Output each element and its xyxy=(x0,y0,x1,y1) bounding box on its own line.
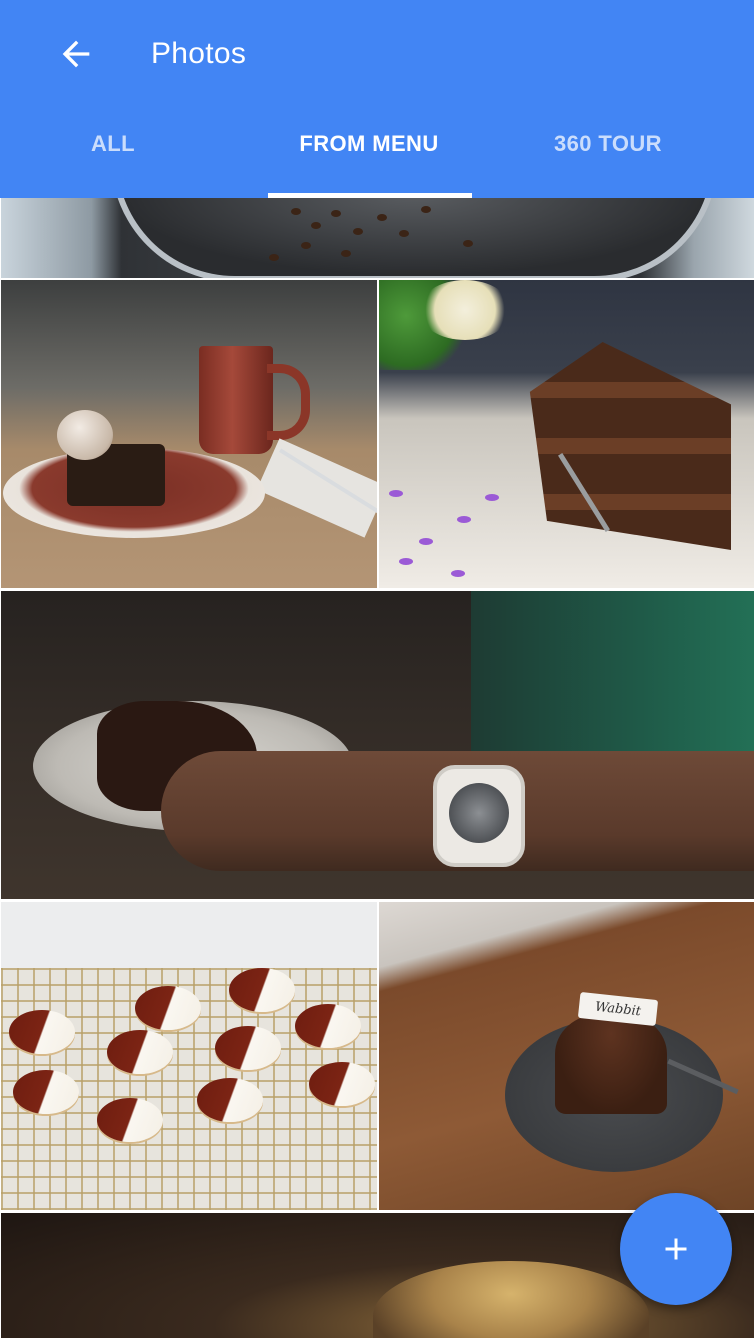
photo-watch-and-cake[interactable] xyxy=(1,591,754,899)
arrow-back-icon xyxy=(62,40,90,68)
coffee-mug xyxy=(199,346,273,454)
cookie xyxy=(309,1062,375,1106)
cookie xyxy=(107,1030,173,1074)
app-bar: Photos ALL FROM MENU 360 TOUR xyxy=(0,0,754,198)
coffee-bean xyxy=(353,228,363,235)
coffee-bean xyxy=(269,254,279,261)
cookie xyxy=(295,1004,361,1048)
cookie xyxy=(13,1070,79,1114)
napkin xyxy=(256,438,377,538)
coffee-bean xyxy=(421,206,431,213)
cookie xyxy=(9,1010,75,1054)
tab-all[interactable]: ALL xyxy=(0,114,226,198)
coffee-bean xyxy=(311,222,321,229)
add-photo-button[interactable] xyxy=(620,1193,732,1305)
petal xyxy=(457,516,471,523)
coffee-bean xyxy=(463,240,473,247)
tab-360-tour[interactable]: 360 TOUR xyxy=(506,114,710,198)
cookie xyxy=(197,1078,263,1122)
watch-face xyxy=(449,783,509,843)
petal xyxy=(419,538,433,545)
cookie xyxy=(135,986,201,1030)
coffee-bean xyxy=(291,208,301,215)
photo-brownie-with-coffee[interactable] xyxy=(1,280,377,588)
petal xyxy=(451,570,465,577)
coffee-bean xyxy=(331,210,341,217)
espresso-cup xyxy=(373,1261,649,1338)
mug-handle xyxy=(267,364,310,440)
petal xyxy=(389,490,403,497)
active-tab-indicator xyxy=(268,193,472,198)
photo-chocolate-layer-cake[interactable] xyxy=(379,280,754,588)
coffee-bean xyxy=(301,242,311,249)
wristwatch xyxy=(433,765,525,867)
add-icon xyxy=(665,1238,687,1260)
tab-from-menu[interactable]: FROM MENU xyxy=(262,114,476,198)
back-button[interactable] xyxy=(46,24,106,84)
photo-coffee-roaster[interactable] xyxy=(1,198,754,278)
tab-bar: ALL FROM MENU 360 TOUR xyxy=(0,114,754,198)
ice-cream-scoop xyxy=(57,410,113,460)
coffee-bean xyxy=(341,250,351,257)
coffee-bean xyxy=(399,230,409,237)
petal xyxy=(399,558,413,565)
page-title: Photos xyxy=(151,37,247,70)
cookie xyxy=(229,968,295,1012)
cookie xyxy=(97,1098,163,1142)
layer-cake-slice xyxy=(529,342,731,550)
roaster-drum xyxy=(111,198,718,278)
green-shirt xyxy=(471,591,754,761)
coffee-bean xyxy=(377,214,387,221)
cookie xyxy=(215,1026,281,1070)
cupcake xyxy=(555,1014,667,1114)
photo-chocolate-cupcake[interactable]: Wabbit xyxy=(379,902,754,1210)
flower xyxy=(419,280,511,340)
petal xyxy=(485,494,499,501)
photo-black-and-white-cookies[interactable] xyxy=(1,902,377,1210)
